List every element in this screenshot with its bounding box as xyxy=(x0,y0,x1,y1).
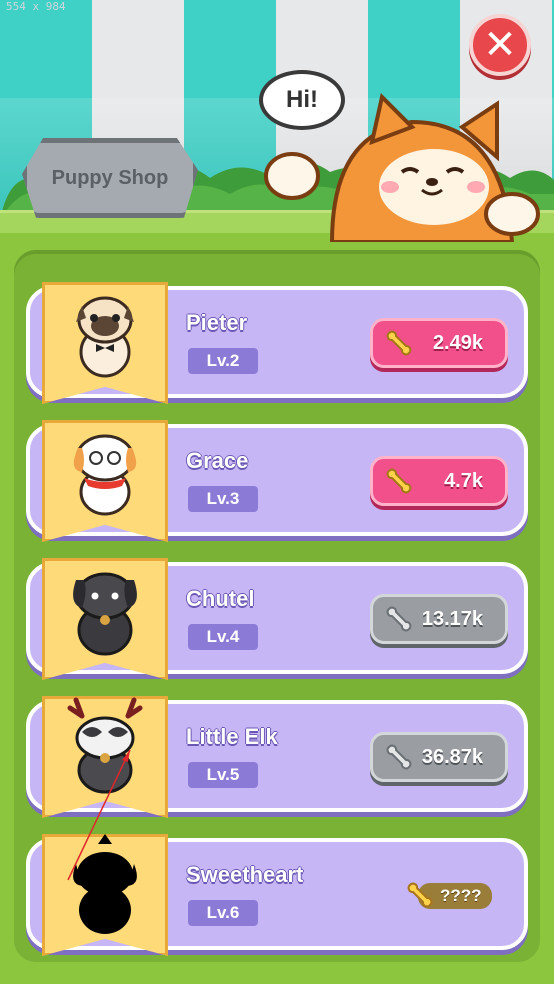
pet-level-badge: Lv.2 xyxy=(188,348,258,374)
pug-icon xyxy=(76,296,134,378)
pet-card-pieter[interactable]: Pieter Lv.2 2.49k xyxy=(26,282,528,404)
black-dog-icon xyxy=(73,572,137,656)
bone-icon xyxy=(386,468,412,494)
price-label: 4.7k xyxy=(444,469,483,492)
bone-icon xyxy=(386,744,412,770)
pet-name: Little Elk xyxy=(186,724,278,749)
screen-size-label: 554 x 984 xyxy=(6,0,66,13)
buy-button[interactable]: 4.7k xyxy=(370,456,508,506)
price-label: 36.87k xyxy=(421,745,483,768)
locked-price: ???? xyxy=(402,876,492,916)
pet-card-little-elk[interactable]: Little Elk Lv.5 36.87k xyxy=(26,696,528,818)
elk-dog-icon xyxy=(67,697,143,794)
pet-level-badge: Lv.6 xyxy=(188,900,258,926)
bone-icon xyxy=(407,882,433,908)
pet-name: Grace xyxy=(186,448,249,473)
pet-card-chutel[interactable]: Chutel Lv.4 13.17k xyxy=(26,558,528,680)
bone-icon xyxy=(386,330,412,356)
buy-button[interactable]: 13.17k xyxy=(370,594,508,644)
pet-name: Pieter xyxy=(186,310,248,335)
sign-label: Puppy Shop xyxy=(51,166,169,189)
price-label: 13.17k xyxy=(421,607,483,630)
puppy-shop-sign: Puppy Shop xyxy=(22,138,198,218)
close-icon: ✕ xyxy=(483,22,517,68)
pet-level-badge: Lv.5 xyxy=(188,762,258,788)
buy-button[interactable]: 2.49k xyxy=(370,318,508,368)
shiba-mascot-icon xyxy=(264,93,540,242)
close-button[interactable]: ✕ xyxy=(469,14,531,76)
pet-name: Chutel xyxy=(186,586,255,611)
pet-level-badge: Lv.3 xyxy=(188,486,258,512)
pet-name: Sweetheart xyxy=(186,862,304,887)
buy-button[interactable]: 36.87k xyxy=(370,732,508,782)
silhouette-dog-icon xyxy=(73,834,137,934)
white-dog-icon xyxy=(73,434,137,516)
bone-icon xyxy=(386,606,412,632)
pet-level-badge: Lv.4 xyxy=(188,624,258,650)
pet-card-sweetheart[interactable]: Sweetheart Lv.6 ???? xyxy=(26,834,528,956)
price-label: 2.49k xyxy=(432,331,483,354)
pet-card-grace[interactable]: Grace Lv.3 4.7k xyxy=(26,420,528,542)
